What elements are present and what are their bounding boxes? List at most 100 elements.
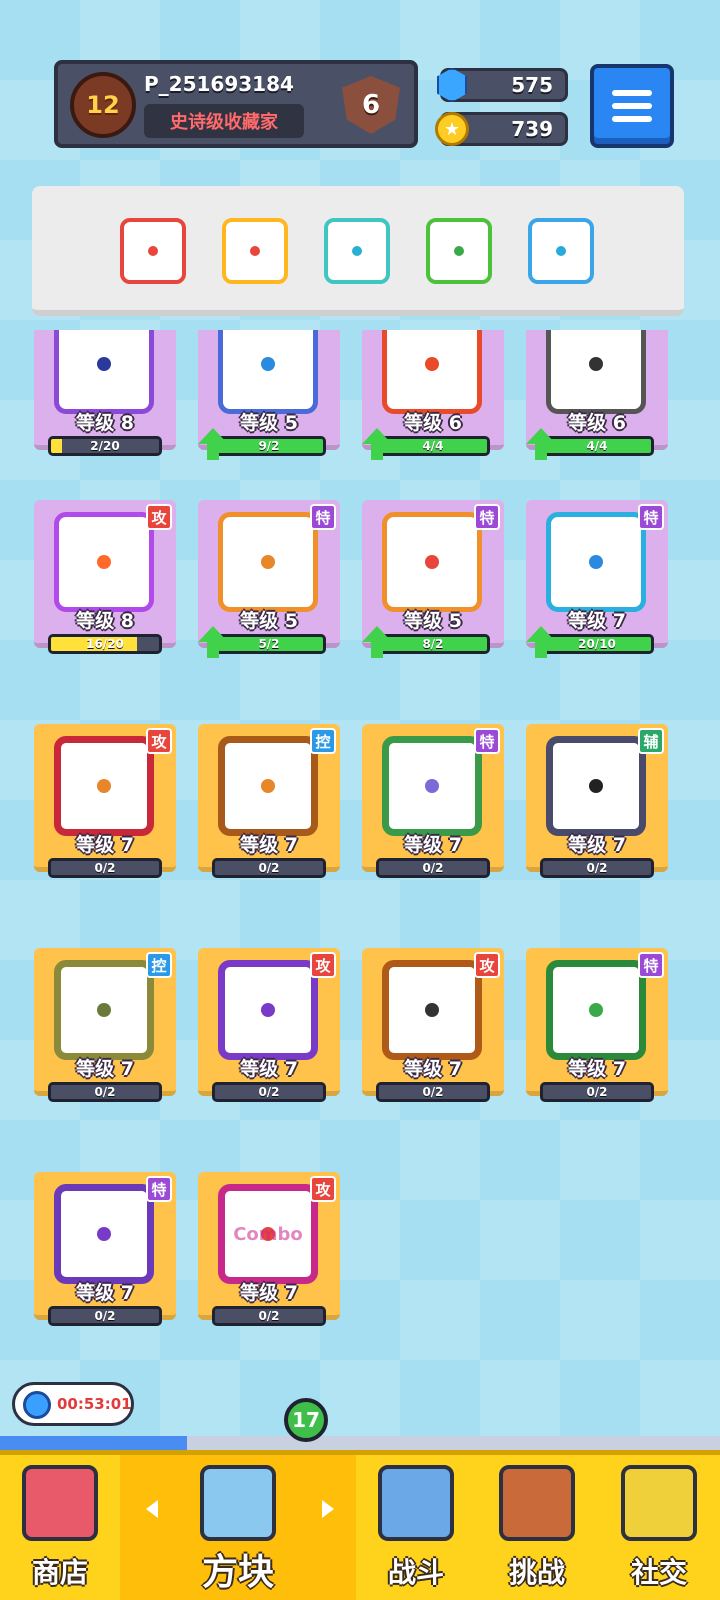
- dice-pip: [425, 357, 439, 371]
- dice-card[interactable]: 攻等级 7 0/2: [362, 948, 504, 1102]
- nav-item-challenge[interactable]: 挑战: [476, 1455, 598, 1600]
- dice-level: 等级 7: [404, 834, 462, 856]
- dice-card[interactable]: 特等级 5 5/2: [198, 500, 340, 658]
- dice-type-tag: 辅: [638, 728, 664, 754]
- deck-slot-3[interactable]: [324, 218, 390, 284]
- dice-level: 等级 5: [240, 610, 298, 632]
- dice-level: 等级 7: [240, 1058, 298, 1080]
- upgrade-progress-bar: 16/20: [48, 634, 162, 654]
- upgrade-progress-bar: 5/2: [212, 634, 326, 654]
- rank-badge[interactable]: 6: [342, 76, 400, 134]
- deck-slot-2[interactable]: [222, 218, 288, 284]
- upgrade-progress-bar: 2/20: [48, 436, 162, 456]
- progress-text: 5/2: [258, 637, 280, 651]
- nav-label: 商店: [31, 1556, 88, 1589]
- progress-text: 8/2: [422, 637, 444, 651]
- dice-art: Combo: [218, 1184, 318, 1284]
- dice-type-tag: 特: [474, 728, 500, 754]
- dice-art: [382, 960, 482, 1060]
- dice-type-tag: 攻: [474, 952, 500, 978]
- dice-type-tag: 特: [638, 952, 664, 978]
- avatar[interactable]: 12: [70, 72, 136, 138]
- upgrade-progress-bar: 20/10: [540, 634, 654, 654]
- event-timer[interactable]: 00:53:01: [12, 1382, 134, 1426]
- menu-button[interactable]: [590, 64, 674, 148]
- dice-card[interactable]: 等级 8 2/20: [34, 330, 176, 456]
- dice-level: 等级 7: [568, 834, 626, 856]
- dice-card[interactable]: 攻等级 7 0/2: [34, 724, 176, 878]
- dice-pip: [97, 1003, 111, 1017]
- dice-glyph: Combo: [233, 1223, 303, 1245]
- dice-card[interactable]: 特等级 5 8/2: [362, 500, 504, 658]
- dice-card[interactable]: 特等级 7 0/2: [362, 724, 504, 878]
- rank-value: 6: [361, 90, 381, 120]
- progress-text: 0/2: [422, 861, 444, 875]
- dice-art: [54, 1184, 154, 1284]
- dice-art: [382, 330, 482, 414]
- nav-label: 挑战: [508, 1556, 565, 1589]
- dice-level: 等级 7: [240, 1282, 298, 1304]
- upgrade-progress-bar: 0/2: [212, 858, 326, 878]
- dice-pip: [97, 357, 111, 371]
- dice-pip: [352, 246, 362, 256]
- progress-text: 9/2: [258, 439, 280, 453]
- dice-pip: [261, 779, 275, 793]
- challenge-icon: [499, 1465, 575, 1541]
- upgrade-progress-bar: 0/2: [212, 1082, 326, 1102]
- deck-slot-5[interactable]: [528, 218, 594, 284]
- dice-card[interactable]: 特等级 7 0/2: [34, 1172, 176, 1326]
- dice-card[interactable]: 攻等级 7 0/2: [198, 948, 340, 1102]
- upgrade-progress-bar: 9/2: [212, 436, 326, 456]
- nav-item-shop[interactable]: 商店: [0, 1455, 120, 1600]
- dice-type-tag: 特: [310, 504, 336, 530]
- dice-pip: [454, 246, 464, 256]
- coin-counter[interactable]: ★ 739: [435, 112, 568, 146]
- dice-type-tag: 特: [474, 504, 500, 530]
- dice-card[interactable]: 辅等级 7 0/2: [526, 724, 668, 878]
- dice-type-tag: 特: [146, 1176, 172, 1202]
- dice-level: 等级 7: [568, 610, 626, 632]
- dice-collection-grid[interactable]: 等级 8 2/20 等级 5 9/2 等级 6 4/4 等级 6 4/4 攻等级 8 16/20 特…: [0, 330, 720, 1430]
- gem-icon: [433, 65, 471, 105]
- deck-panel: [32, 186, 684, 316]
- dice-card[interactable]: 等级 6 4/4: [362, 330, 504, 460]
- upgrade-progress-bar: 0/2: [540, 858, 654, 878]
- upgrade-progress-bar: 4/4: [376, 436, 490, 456]
- cube-count-badge: 17: [284, 1398, 328, 1442]
- gem-counter[interactable]: 575: [437, 68, 568, 102]
- progress-text: 4/4: [422, 439, 444, 453]
- dice-art: [546, 960, 646, 1060]
- upgrade-progress-bar: 8/2: [376, 634, 490, 654]
- dice-card[interactable]: 攻等级 8 16/20: [34, 500, 176, 654]
- cube-icon: [200, 1465, 276, 1541]
- dice-card[interactable]: Combo 攻等级 7 0/2: [198, 1172, 340, 1326]
- upgrade-progress-bar: 0/2: [48, 1306, 162, 1326]
- nav-item-social[interactable]: 社交: [598, 1455, 720, 1600]
- nav-item-battle[interactable]: 战斗: [356, 1455, 476, 1600]
- player-title: 史诗级收藏家: [144, 104, 304, 138]
- chevron-right-icon[interactable]: [322, 1500, 334, 1518]
- chevron-left-icon[interactable]: [146, 1500, 158, 1518]
- dice-level: 等级 7: [76, 1058, 134, 1080]
- player-level: 12: [86, 91, 120, 119]
- deck-slot-4[interactable]: [426, 218, 492, 284]
- dice-card[interactable]: 特等级 7 20/10: [526, 500, 668, 658]
- dice-card[interactable]: 等级 5 9/2: [198, 330, 340, 460]
- nav-progress-bar: [0, 1436, 720, 1450]
- dice-art: [54, 960, 154, 1060]
- dice-card[interactable]: 控等级 7 0/2: [34, 948, 176, 1102]
- dice-pip: [425, 1003, 439, 1017]
- nav-item-cube[interactable]: 方块: [120, 1455, 356, 1600]
- upgrade-progress-bar: 0/2: [212, 1306, 326, 1326]
- dice-card[interactable]: 控等级 7 0/2: [198, 724, 340, 878]
- dice-type-tag: 攻: [310, 952, 336, 978]
- dice-card[interactable]: 特等级 7 0/2: [526, 948, 668, 1102]
- dice-type-tag: 攻: [310, 1176, 336, 1202]
- deck-slot-1[interactable]: [120, 218, 186, 284]
- upgrade-progress-bar: 0/2: [376, 858, 490, 878]
- player-profile-panel[interactable]: 12 P_251693184 史诗级收藏家 6: [54, 60, 418, 148]
- dice-art: [218, 512, 318, 612]
- dice-pip: [148, 246, 158, 256]
- progress-text: 0/2: [258, 1309, 280, 1323]
- dice-card[interactable]: 等级 6 4/4: [526, 330, 668, 460]
